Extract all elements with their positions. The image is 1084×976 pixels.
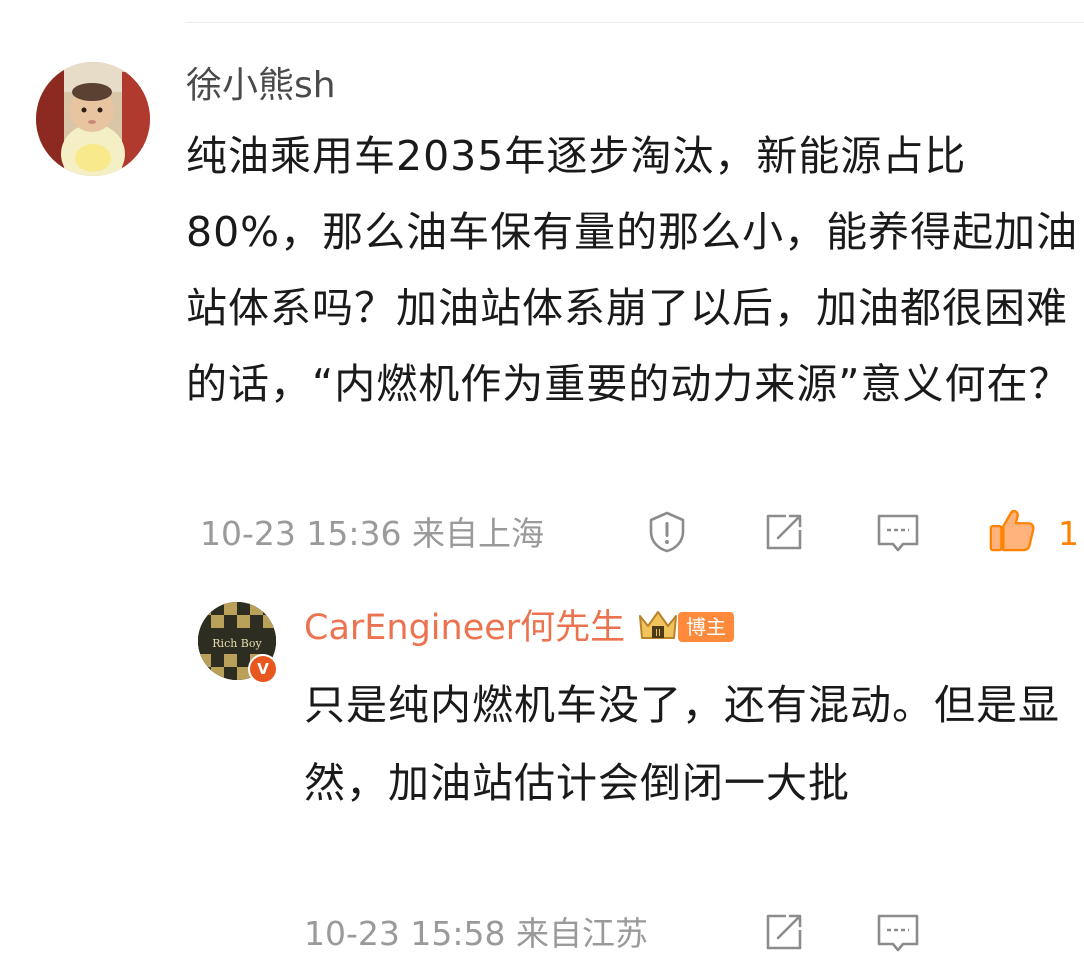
- reply-meta: 10-23 15:58 来自江苏: [304, 910, 648, 958]
- crown-icon: II: [636, 608, 680, 644]
- repost-icon[interactable]: [760, 508, 808, 556]
- avatar[interactable]: [36, 62, 150, 176]
- comment-meta: 10-23 15:36 来自上海: [200, 510, 544, 558]
- reply-avatar[interactable]: Rich Boy V: [198, 602, 278, 684]
- reply-timestamp: 10-23 15:58: [304, 914, 506, 953]
- timestamp: 10-23 15:36: [200, 514, 402, 553]
- location: 来自上海: [411, 514, 544, 553]
- comment-icon[interactable]: [874, 510, 922, 558]
- report-icon[interactable]: [643, 508, 691, 556]
- username[interactable]: 徐小熊sh: [186, 62, 336, 110]
- svg-text:II: II: [655, 628, 661, 639]
- avatar-text: Rich Boy: [212, 637, 262, 650]
- like-count: 1: [1058, 514, 1079, 553]
- reply-location: 来自江苏: [515, 914, 648, 953]
- top-divider: [186, 22, 1084, 23]
- like-icon[interactable]: [988, 506, 1036, 554]
- comment-text: 纯油乘用车2035年逐步淘汰，新能源占比80%，那么油车保有量的那么小，能养得起…: [186, 132, 1079, 408]
- reply-repost-icon[interactable]: [760, 908, 808, 956]
- reply-comment-icon[interactable]: [874, 910, 922, 958]
- author-badge: 博主: [678, 612, 734, 642]
- reply-username[interactable]: CarEngineer何先生: [304, 604, 625, 652]
- verified-badge: V: [248, 654, 278, 684]
- reply-text: 只是纯内燃机车没了，还有混动。但是显然，加油站估计会倒闭一大批: [304, 681, 1060, 807]
